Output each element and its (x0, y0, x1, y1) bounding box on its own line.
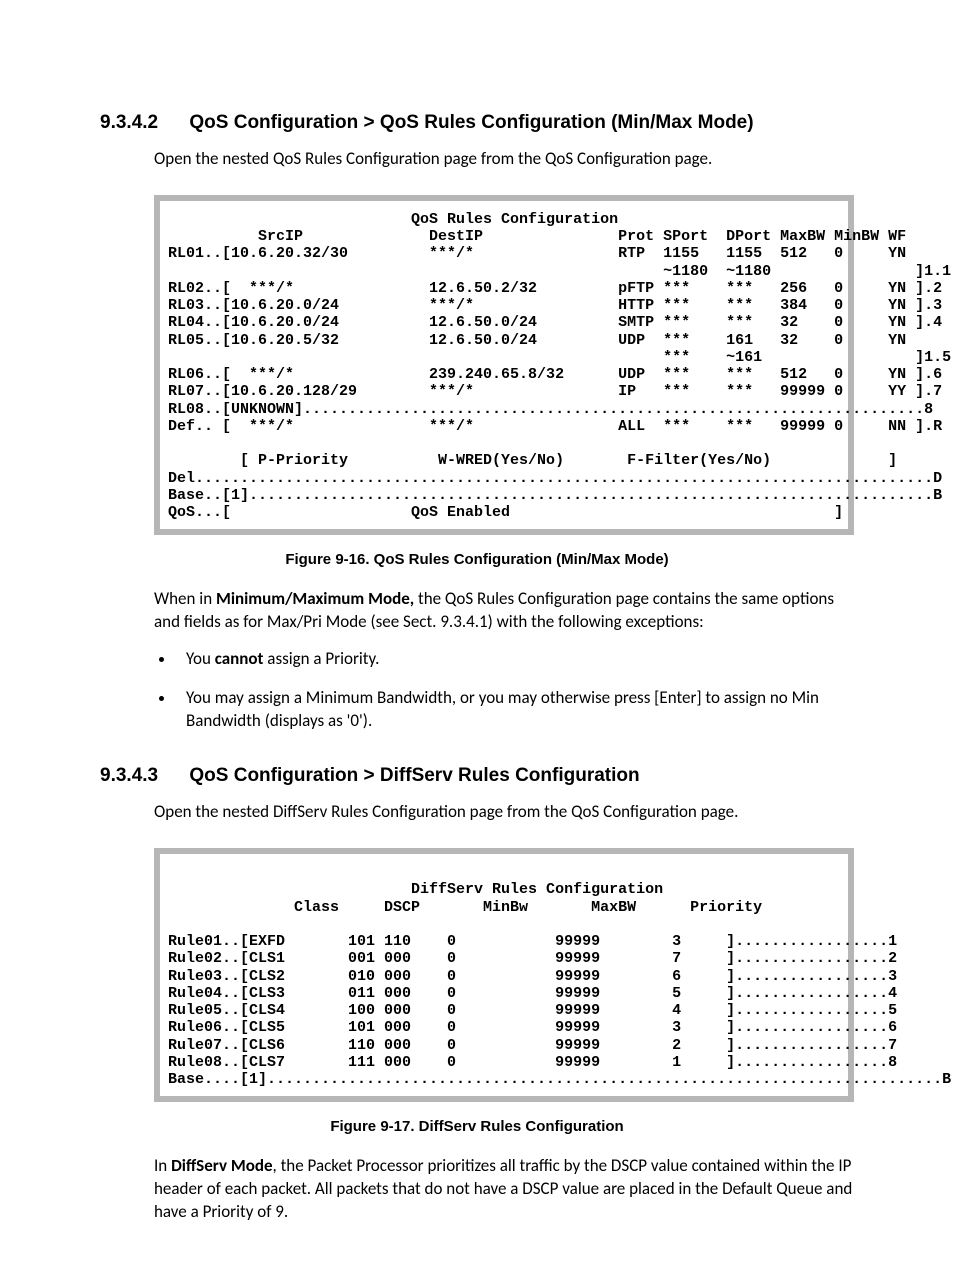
section-heading-1: 9.3.4.2 QoS Configuration > QoS Rules Co… (100, 112, 854, 134)
bold-text: DiffServ Mode (171, 1155, 272, 1176)
section1-bullets: You cannot assign a Priority. You may as… (154, 648, 854, 733)
section-number: 9.3.4.2 (100, 112, 158, 134)
section2-intro: Open the nested DiffServ Rules Configura… (154, 801, 854, 824)
figure-caption-1: Figure 9-16. QoS Rules Configuration (Mi… (100, 551, 854, 568)
diffserv-terminal-text: DiffServ Rules Configuration Class DSCP … (168, 864, 840, 1088)
text: When in (154, 588, 216, 609)
text: You (186, 648, 215, 669)
section2-para1: In DiffServ Mode, the Packet Processor p… (154, 1155, 854, 1224)
bold-text: Minimum/Maximum Mode, (216, 588, 414, 609)
section-heading-2: 9.3.4.3 QoS Configuration > DiffServ Rul… (100, 765, 854, 787)
section1-para1: When in Minimum/Maximum Mode, the QoS Ru… (154, 588, 854, 634)
diffserv-terminal: DiffServ Rules Configuration Class DSCP … (154, 848, 854, 1102)
section-title: QoS Configuration > DiffServ Rules Confi… (189, 765, 639, 786)
section-title: QoS Configuration > QoS Rules Configurat… (189, 112, 753, 133)
qos-terminal-text: QoS Rules Configuration SrcIP DestIP Pro… (168, 211, 840, 522)
list-item: You cannot assign a Priority. (176, 648, 854, 671)
section1-intro: Open the nested QoS Rules Configuration … (154, 148, 854, 171)
text: In (154, 1155, 171, 1176)
text: assign a Priority. (263, 648, 379, 669)
qos-terminal: QoS Rules Configuration SrcIP DestIP Pro… (154, 195, 854, 536)
bold-text: cannot (215, 648, 264, 669)
section-number: 9.3.4.3 (100, 765, 158, 787)
figure-caption-2: Figure 9-17. DiffServ Rules Configuratio… (100, 1118, 854, 1135)
list-item: You may assign a Minimum Bandwidth, or y… (176, 687, 854, 733)
